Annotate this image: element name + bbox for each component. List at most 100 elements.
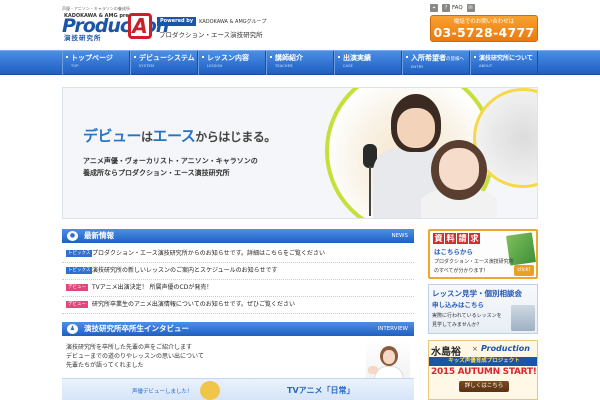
nav-bullet-icon bbox=[66, 56, 68, 58]
nav-label-suffix: の皆様へ bbox=[446, 57, 464, 62]
kids-project-banner[interactable]: 水島裕 × Production キッズ声優育成プロジェクト 2015 AUTU… bbox=[428, 340, 538, 400]
nav-bullet-icon bbox=[338, 56, 340, 58]
nav-label: 入所希望者の皆様へ bbox=[411, 54, 469, 64]
news-en-label: NEWS bbox=[391, 233, 408, 239]
hero-headline: デビューはエースからはじまる。 bbox=[83, 125, 276, 146]
document-request-banner[interactable]: 資 料 請 求 はこちらから プロダクション・エース演技研究所 のすべてが分かり… bbox=[428, 229, 538, 279]
news-header: ● 最新情報 NEWS bbox=[62, 229, 414, 243]
list-item[interactable]: トピックス 演技研究所の新しいレッスンのご案内とスケジュールのお知らせです bbox=[62, 263, 414, 280]
nav-item-teacher[interactable]: 講師紹介 TEACHER bbox=[266, 51, 334, 75]
kids-project-logo: Production bbox=[481, 344, 530, 353]
interview-line: 演技研究所を卒所した先輩の声をご紹介します bbox=[66, 344, 193, 351]
click-button[interactable]: click! bbox=[514, 265, 534, 276]
lesson-trial-subtitle: 申し込みはこちら bbox=[432, 301, 484, 309]
document-request-title: 資 料 請 求 bbox=[433, 233, 480, 244]
microphone-stand bbox=[369, 166, 371, 216]
news-link[interactable]: 演技研究所の新しいレッスンのご案内とスケジュールのお知らせです bbox=[92, 266, 277, 275]
utility-links: ⌖ ? FAQ ✉ bbox=[430, 4, 475, 12]
nav-item-about[interactable]: 演技研究所について ABOUT bbox=[470, 51, 538, 75]
kids-project-start: 2015 AUTUMN START! bbox=[431, 367, 537, 377]
help-icon: ? bbox=[442, 4, 450, 12]
hero-headline-part: は bbox=[141, 130, 153, 144]
news-tag: デビュー bbox=[66, 284, 88, 291]
interview-line: デビューまでの道のりやレッスンの思い出について bbox=[66, 353, 204, 360]
logo-a-mark[interactable]: A bbox=[128, 13, 152, 39]
hero-description: アニメ声優・ヴォーカリスト・アニソン・キャラソンの bbox=[83, 157, 258, 165]
phone-number: 03-5728-4777 bbox=[433, 25, 535, 40]
nav-label-main: 入所希望者 bbox=[411, 54, 446, 62]
nav-sublabel: TOP bbox=[71, 64, 79, 68]
hero-headline-part: からはじまる。 bbox=[195, 130, 276, 144]
hero-description: 養成所ならプロダクション・エース演技研究所 bbox=[83, 169, 230, 177]
kids-project-button[interactable]: 詳しくはこちら bbox=[459, 381, 509, 392]
logo-subtitle: 演技研究所 bbox=[64, 34, 102, 42]
institute-name: プロダクション・エース演技研究所 bbox=[159, 31, 263, 39]
interview-line: 先輩たちが語ってくれました bbox=[66, 362, 144, 369]
main-nav: トップページ TOP デビューシステム SYSTEM レッスン内容 LESSON… bbox=[0, 50, 600, 75]
nav-bullet-icon bbox=[134, 56, 136, 58]
news-link[interactable]: プロダクション・エース演技研究所からのお知らせです。詳細はこちらをご覧ください bbox=[92, 249, 325, 258]
nav-sublabel: TEACHER bbox=[275, 64, 293, 68]
lesson-trial-desc: 実際に行われているレッスンを bbox=[432, 313, 502, 319]
nav-sublabel: LESSON bbox=[207, 64, 223, 68]
news-list: トピックス プロダクション・エース演技研究所からのお知らせです。詳細はこちらをご… bbox=[62, 246, 414, 314]
map-icon: ⌖ bbox=[430, 4, 438, 12]
interview-banner-title: TVアニメ「日常」 bbox=[287, 386, 355, 395]
news-tag: トピックス bbox=[66, 250, 93, 257]
news-link[interactable]: 研究所卒業生のアニメ出演情報についてのお知らせです。ぜひご覧ください bbox=[92, 300, 295, 309]
nav-label: デビューシステム bbox=[139, 54, 195, 62]
nav-bullet-icon bbox=[202, 56, 204, 58]
nav-item-case[interactable]: 出演実績 CASE bbox=[334, 51, 402, 75]
hero-banner[interactable]: デビューはエースからはじまる。 アニメ声優・ヴォーカリスト・アニソン・キャラソン… bbox=[62, 87, 538, 219]
document-request-char: 資 bbox=[433, 233, 444, 244]
site-tagline: 声優・アニソン・キャラソンの養成所 bbox=[62, 6, 130, 11]
document-request-char: 求 bbox=[469, 233, 480, 244]
list-item[interactable]: デビュー TVアニメ出演決定！ 所属声優のCDが発売！ bbox=[62, 280, 414, 297]
interview-photo-face bbox=[383, 350, 395, 364]
interview-title: 演技研究所卒所生インタビュー bbox=[84, 324, 189, 333]
interview-banner-text: 声優デビューしました！ bbox=[132, 389, 193, 395]
lesson-trial-banner[interactable]: レッスン見学・個別相談会 申し込みはこちら 実際に行われているレッスンを 見学し… bbox=[428, 284, 538, 334]
util-link-faq[interactable]: ? FAQ bbox=[442, 4, 463, 12]
hero-headline-part: デビュー bbox=[83, 127, 142, 145]
powered-badge: Powered by bbox=[157, 17, 197, 26]
list-item[interactable]: デビュー 研究所卒業生のアニメ出演情報についてのお知らせです。ぜひご覧ください bbox=[62, 297, 414, 314]
list-item[interactable]: トピックス プロダクション・エース演技研究所からのお知らせです。詳細はこちらをご… bbox=[62, 246, 414, 263]
nav-label: 演技研究所について bbox=[479, 55, 533, 62]
news-title: 最新情報 bbox=[84, 231, 114, 240]
news-link[interactable]: TVアニメ出演決定！ 所属声優のCDが発売！ bbox=[92, 283, 212, 292]
interview-banner[interactable]: 声優デビューしました！ TVアニメ「日常」 bbox=[62, 378, 414, 400]
powered-group: KADOKAWA & AMGグループ bbox=[199, 19, 267, 25]
document-request-char: 料 bbox=[445, 233, 456, 244]
interview-photo-hand bbox=[368, 366, 378, 374]
interview-en-label: INTERVIEW bbox=[377, 326, 408, 332]
nav-sublabel: ABOUT bbox=[479, 64, 493, 68]
hero-person-male-face bbox=[397, 108, 435, 148]
util-link-contact[interactable]: ✉ bbox=[466, 4, 475, 12]
news-tag: トピックス bbox=[66, 267, 93, 274]
interview-intro: 演技研究所を卒所した先輩の声をご紹介します デビューまでの道のりやレッスンの思い… bbox=[66, 343, 204, 370]
nav-bullet-icon bbox=[406, 56, 408, 58]
kids-project-cross: × bbox=[472, 345, 478, 353]
nav-item-entry[interactable]: 入所希望者の皆様へ ENTRY bbox=[402, 51, 470, 75]
interview-header: ♟ 演技研究所卒所生インタビュー INTERVIEW bbox=[62, 322, 414, 336]
lesson-trial-title: レッスン見学・個別相談会 bbox=[432, 289, 522, 298]
util-link-map[interactable]: ⌖ bbox=[430, 4, 438, 12]
nav-label: トップページ bbox=[71, 54, 113, 62]
document-request-desc: プロダクション・エース演技研究所 bbox=[434, 259, 514, 265]
nav-item-lesson[interactable]: レッスン内容 LESSON bbox=[198, 51, 266, 75]
nav-label: 出演実績 bbox=[343, 54, 371, 62]
lesson-trial-desc: 見学してみませんか？ bbox=[432, 322, 482, 328]
nav-sublabel: CASE bbox=[343, 64, 354, 68]
document-request-link: はこちらから bbox=[434, 248, 473, 256]
phone-contact-box[interactable]: 電話でのお問い合わせは 03-5728-4777 bbox=[430, 15, 538, 42]
nav-sublabel: ENTRY bbox=[411, 65, 424, 69]
kids-project-bar: キッズ声優育成プロジェクト bbox=[429, 357, 537, 366]
speech-bubble-icon: ● bbox=[67, 231, 78, 241]
powered-by: Powered by KADOKAWA & AMGグループ bbox=[157, 17, 266, 26]
nav-bullet-icon bbox=[270, 56, 272, 58]
nav-item-top[interactable]: トップページ TOP bbox=[62, 51, 130, 75]
interview-banner-photo bbox=[200, 381, 220, 400]
nav-item-system[interactable]: デビューシステム SYSTEM bbox=[130, 51, 198, 75]
lesson-trial-photo bbox=[511, 305, 535, 331]
